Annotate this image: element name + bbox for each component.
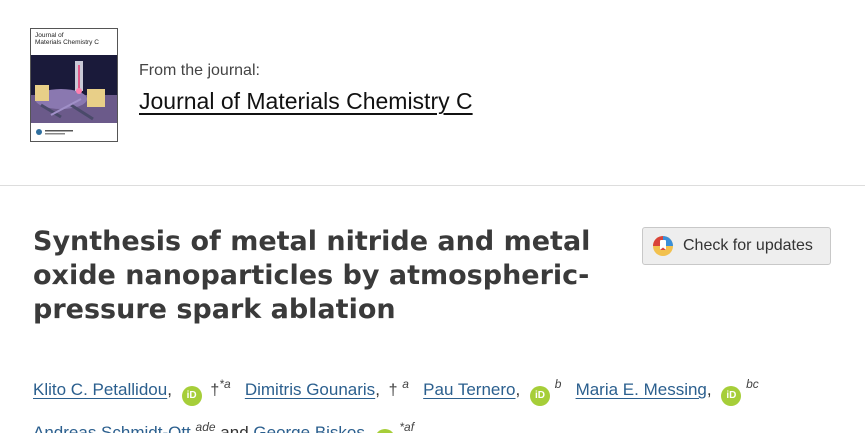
author-link[interactable]: Maria E. Messing — [576, 380, 707, 399]
author-list: Klito C. Petallidou, iD †*a Dimitris Gou… — [33, 366, 853, 433]
author-link[interactable]: Dimitris Gounaris — [245, 380, 375, 399]
header-divider — [0, 185, 865, 186]
author-link[interactable]: Klito C. Petallidou — [33, 380, 167, 399]
author-item: Pau Ternero, iD b — [423, 377, 566, 406]
author-link[interactable]: George Biskos — [253, 423, 365, 433]
cover-swoosh-graphic — [87, 29, 117, 57]
author-link[interactable]: Andreas Schmidt-Ott — [33, 423, 191, 433]
orcid-icon[interactable]: iD — [374, 429, 395, 433]
journal-header: Journal of Materials Chemistry C From th… — [0, 0, 865, 185]
journal-cover-image[interactable]: Journal of Materials Chemistry C — [30, 28, 118, 142]
equal-contribution-mark: † — [388, 382, 398, 399]
affiliation-marker: *a — [219, 377, 231, 391]
author-separator-comma: , — [515, 380, 521, 399]
affiliation-marker: *af — [399, 420, 415, 433]
check-for-updates-label: Check for updates — [683, 237, 813, 254]
equal-contribution-mark: † — [210, 382, 220, 399]
author-item: Andreas Schmidt-Ott ade — [33, 420, 220, 433]
author-separator-comma: , — [706, 380, 712, 399]
affiliation-marker: ade — [195, 420, 216, 433]
orcid-icon[interactable]: iD — [529, 386, 550, 406]
journal-info: From the journal: Journal of Materials C… — [139, 61, 473, 115]
author-item: Klito C. Petallidou, iD †*a — [33, 377, 235, 406]
journal-name-link[interactable]: Journal of Materials Chemistry C — [139, 87, 473, 115]
author-link[interactable]: Pau Ternero — [423, 380, 515, 399]
author-item: Dimitris Gounaris, † a — [245, 377, 414, 399]
check-for-updates-button[interactable]: Check for updates — [642, 227, 831, 265]
orcid-icon[interactable]: iD — [181, 386, 202, 406]
crossmark-icon — [653, 236, 673, 256]
cover-art-illustration — [31, 55, 117, 123]
author-separator-comma: , — [375, 380, 380, 399]
author-conjunction: and — [220, 423, 249, 433]
author-item: George Biskos iD *af — [253, 420, 415, 433]
author-separator-comma: , — [167, 380, 172, 399]
affiliation-marker: a — [402, 377, 409, 391]
orcid-icon[interactable]: iD — [721, 386, 742, 406]
cover-publisher-logo — [36, 129, 73, 135]
article-title: Synthesis of metal nitride and metal oxi… — [33, 226, 591, 325]
affiliation-marker: bc — [746, 377, 759, 391]
affiliation-marker: b — [554, 377, 562, 391]
author-item: Maria E. Messing, iD bc — [576, 377, 759, 406]
from-journal-label: From the journal: — [139, 62, 260, 79]
